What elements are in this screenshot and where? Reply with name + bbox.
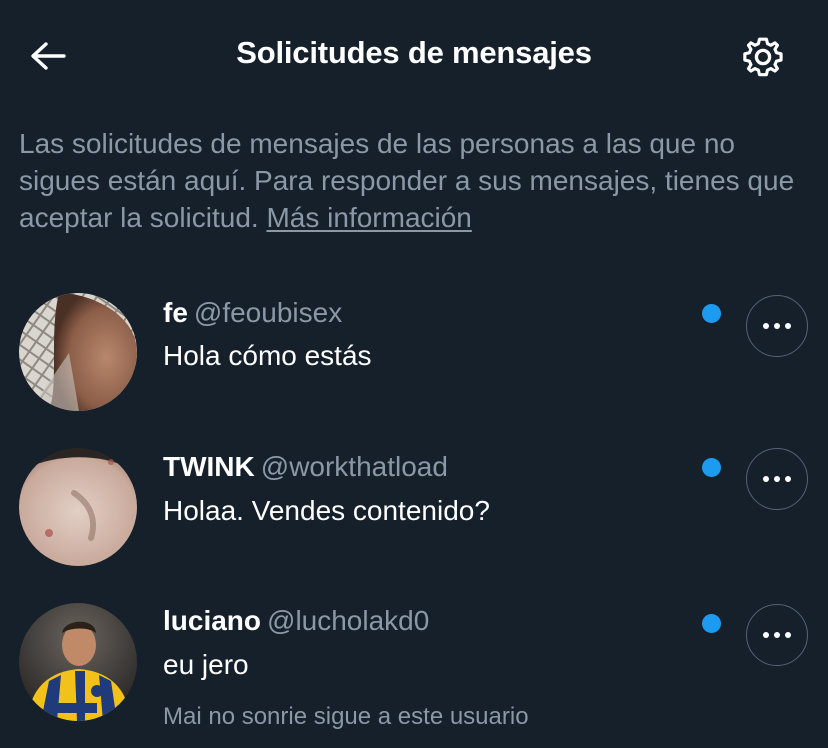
user-handle: @lucholakd0: [267, 605, 430, 636]
header: Solicitudes de mensajes: [0, 0, 828, 110]
message-preview: Holaa. Vendes contenido?: [163, 495, 490, 526]
sender-name-line: TWINK @workthatload: [163, 451, 448, 483]
info-text: Las solicitudes de mensajes de las perso…: [19, 125, 814, 236]
user-handle: @feoubisex: [193, 297, 343, 328]
display-name: fe: [163, 297, 188, 328]
display-name: luciano: [163, 605, 262, 636]
gear-icon: [743, 37, 783, 77]
more-icon: [763, 632, 791, 638]
request-row[interactable]: luciano @lucholakd0 eu jero Mai no sonrie…: [0, 602, 828, 742]
sender-name-line: luciano @lucholakd0: [163, 605, 429, 637]
message-preview: eu jero: [163, 649, 249, 680]
avatar[interactable]: [19, 603, 137, 721]
settings-button[interactable]: [736, 30, 790, 84]
display-name: TWINK: [163, 451, 255, 482]
message-preview: Hola cómo estás: [163, 340, 372, 371]
sender-name-line: fe @feoubisex: [163, 297, 342, 329]
more-options-button[interactable]: [746, 295, 808, 357]
unread-indicator: [702, 304, 721, 323]
more-options-button[interactable]: [746, 604, 808, 666]
more-info-link[interactable]: Más información: [266, 202, 471, 233]
unread-indicator: [702, 614, 721, 633]
message-requests-screen: Solicitudes de mensajes Las solicitudes …: [0, 0, 828, 748]
request-row[interactable]: TWINK @workthatload Holaa. Vendes conteni…: [0, 448, 828, 588]
unread-indicator: [702, 458, 721, 477]
more-icon: [763, 476, 791, 482]
user-handle: @workthatload: [260, 451, 448, 482]
more-options-button[interactable]: [746, 448, 808, 510]
page-title: Solicitudes de mensajes: [236, 35, 592, 70]
more-icon: [763, 323, 791, 329]
avatar[interactable]: [19, 293, 137, 411]
avatar[interactable]: [19, 448, 137, 566]
request-row[interactable]: fe @feoubisex Hola cómo estás: [0, 292, 828, 432]
follow-context-note: Mai no sonrie sigue a este usuario: [163, 703, 529, 730]
